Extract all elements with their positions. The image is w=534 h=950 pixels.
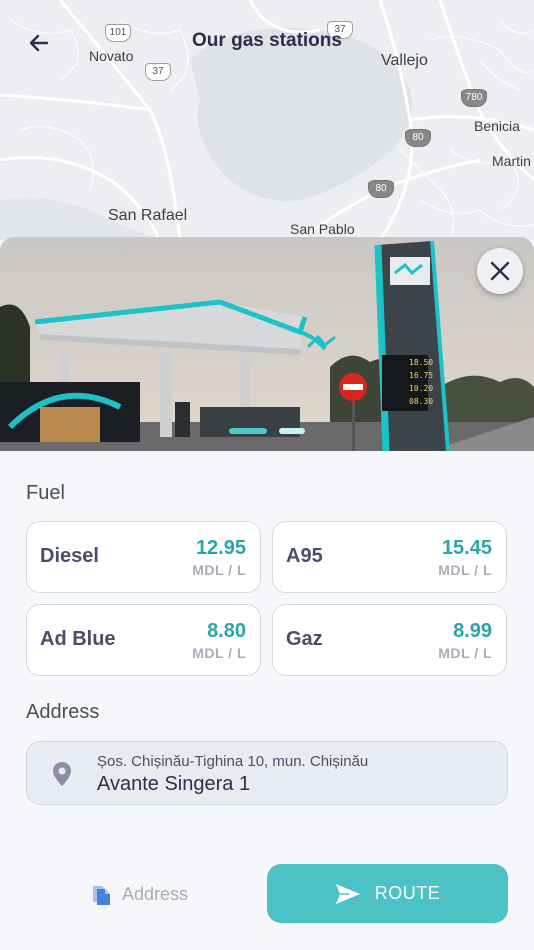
route-label: ROUTE <box>374 883 441 903</box>
fuel-price: 15.45 <box>441 537 492 559</box>
fuel-name: Diesel <box>40 545 99 567</box>
close-button[interactable] <box>477 248 523 294</box>
fuel-unit: MDL / L <box>192 645 246 661</box>
fuel-price: 8.99 <box>453 620 492 642</box>
fuel-price: 8.80 <box>207 620 246 642</box>
fuel-card-a95: A95 15.45 MDL / L <box>272 521 507 593</box>
fuel-section-label: Fuel <box>26 482 65 504</box>
location-pin-icon <box>53 762 71 786</box>
interstate-shield-80b: 80 <box>368 180 394 198</box>
fuel-name: Gaz <box>286 628 323 650</box>
sign-price-1: 18.50 <box>409 358 434 367</box>
fuel-card-gaz: Gaz 8.99 MDL / L <box>272 604 507 676</box>
interstate-shield-780: 780 <box>461 89 487 107</box>
map-label-san-pablo: San Pablo <box>290 221 355 237</box>
address-street: Șos. Chișinău-Tighina 10, mun. Chișinău <box>97 753 369 770</box>
fuel-card-diesel: Diesel 12.95 MDL / L <box>26 521 261 593</box>
send-arrow-icon <box>335 883 360 904</box>
fuel-unit: MDL / L <box>192 562 246 578</box>
station-photo-gallery[interactable] <box>0 237 534 451</box>
fuel-name: A95 <box>286 545 323 567</box>
address-section-label: Address <box>26 701 100 723</box>
sign-price-2: 16.75 <box>409 371 434 380</box>
sign-price-3: 10.20 <box>409 384 434 393</box>
map-label-san-rafael: San Rafael <box>108 207 188 224</box>
interstate-shield-80: 80 <box>405 129 431 147</box>
close-icon <box>490 261 510 281</box>
map-label-martin: Martin <box>492 153 531 169</box>
page-title: Our gas stations <box>192 30 342 51</box>
fuel-card-ad-blue: Ad Blue 8.80 MDL / L <box>26 604 261 676</box>
sign-price-4: 08.30 <box>409 397 434 406</box>
gallery-pagination <box>229 428 305 434</box>
address-field[interactable]: Șos. Chișinău-Tighina 10, mun. Chișinău … <box>26 741 508 805</box>
copy-address-label: Address <box>122 883 189 904</box>
station-name: Avante Singera 1 <box>97 773 251 795</box>
copy-document-icon <box>93 886 110 905</box>
price-sign: 18.50 16.75 10.20 08.30 <box>409 356 434 408</box>
pagination-dot[interactable] <box>279 428 305 434</box>
fuel-unit: MDL / L <box>438 562 492 578</box>
map-label-vallejo: Vallejo <box>381 52 428 69</box>
fuel-price: 12.95 <box>195 537 246 559</box>
route-shield-37: 37 <box>145 63 171 81</box>
route-button[interactable]: ROUTE <box>267 864 508 923</box>
gas-station-photo <box>0 237 534 451</box>
fuel-unit: MDL / L <box>438 645 492 661</box>
map-label-benicia: Benicia <box>474 118 520 134</box>
copy-address-button[interactable]: Address <box>90 878 188 910</box>
pagination-dot-active[interactable] <box>229 428 267 434</box>
fuel-name: Ad Blue <box>40 628 116 650</box>
